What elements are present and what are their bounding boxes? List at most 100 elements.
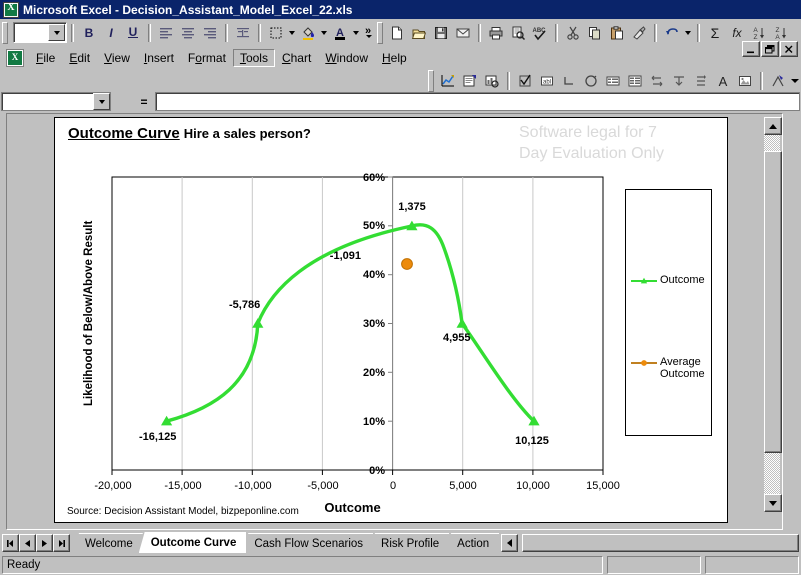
sheet-tab-risk-profile[interactable]: Risk Profile <box>369 533 450 553</box>
align-right-button[interactable] <box>199 22 221 43</box>
svg-text:U: U <box>129 25 138 39</box>
previous-sheet-button[interactable] <box>19 534 36 552</box>
minimize-workbook-button[interactable] <box>742 41 760 57</box>
undo-dropdown-arrow[interactable] <box>683 22 693 43</box>
borders-button[interactable] <box>265 22 287 43</box>
sheet-tab-action[interactable]: Action <box>445 533 500 553</box>
window-title: Microsoft Excel - Decision_Assistant_Mod… <box>23 2 353 17</box>
legend-item-outcome[interactable]: Outcome <box>631 274 708 286</box>
list-box-icon[interactable] <box>602 71 624 92</box>
chart-sheet-canvas[interactable]: Outcome Curve Hire a sales person? Softwa… <box>54 117 728 523</box>
x-tick-label: -15,000 <box>164 480 201 492</box>
chart-legend[interactable]: Outcome Average Outcome <box>625 189 712 436</box>
toolbar-grip[interactable] <box>428 70 434 92</box>
borders-dropdown-arrow[interactable] <box>287 22 297 43</box>
horizontal-scrollbar[interactable] <box>522 534 799 552</box>
first-sheet-button[interactable] <box>2 534 19 552</box>
sort-descending-button[interactable]: ZA <box>770 22 792 43</box>
align-center-button[interactable] <box>177 22 199 43</box>
sheet-tabs: Welcome Outcome Curve Cash Flow Scenario… <box>73 532 500 553</box>
sheet-tab-outcome-curve[interactable]: Outcome Curve <box>138 532 247 553</box>
more-buttons-icon[interactable] <box>789 71 801 92</box>
group-box-icon[interactable] <box>646 71 668 92</box>
menu-item-window[interactable]: Window <box>318 49 375 67</box>
menu-item-file[interactable]: FFileile <box>29 49 62 67</box>
scroll-up-button[interactable] <box>764 117 782 135</box>
option-button-icon[interactable] <box>558 71 580 92</box>
paste-function-button[interactable]: fx <box>726 22 748 43</box>
sheet-nav-buttons <box>2 534 70 552</box>
email-button[interactable] <box>452 22 474 43</box>
open-button[interactable] <box>408 22 430 43</box>
svg-text:fx: fx <box>732 26 742 40</box>
chevron-down-icon[interactable] <box>48 24 65 41</box>
bold-button[interactable]: B <box>78 22 100 43</box>
edit-formula-button[interactable]: = <box>133 93 155 110</box>
combo-box-icon[interactable] <box>624 71 646 92</box>
menu-item-help[interactable]: Help <box>375 49 414 67</box>
toolbar-separator <box>258 23 261 42</box>
vertical-scrollbar[interactable] <box>764 117 782 512</box>
radio-button-icon[interactable] <box>580 71 602 92</box>
cut-button[interactable] <box>562 22 584 43</box>
underline-button[interactable]: U <box>122 22 144 43</box>
print-preview-button[interactable] <box>507 22 529 43</box>
formula-input[interactable] <box>155 92 800 111</box>
average-outcome-marker[interactable] <box>401 258 413 270</box>
sort-ascending-button[interactable]: AZ <box>748 22 770 43</box>
next-sheet-button[interactable] <box>36 534 53 552</box>
format-object-icon[interactable] <box>459 71 481 92</box>
drawing-tools-icon[interactable] <box>767 71 789 92</box>
scrollbar-thumb[interactable] <box>764 151 782 453</box>
menu-item-chart[interactable]: Chart <box>275 49 318 67</box>
spinner-icon[interactable] <box>690 71 712 92</box>
chart-type-icon[interactable] <box>481 71 503 92</box>
more-buttons-icon[interactable]: » <box>361 22 375 43</box>
toolbar-separator <box>760 72 763 90</box>
new-button[interactable] <box>386 22 408 43</box>
name-box[interactable] <box>1 92 111 111</box>
image-icon[interactable] <box>734 71 756 92</box>
name-box-dropdown-icon[interactable] <box>93 93 110 110</box>
menu-item-insert[interactable]: Insert <box>137 49 181 67</box>
label-icon[interactable]: A <box>712 71 734 92</box>
menu-item-edit[interactable]: Edit <box>62 49 97 67</box>
last-sheet-button[interactable] <box>53 534 70 552</box>
fill-color-button[interactable] <box>297 22 319 43</box>
autosum-button[interactable]: Σ <box>704 22 726 43</box>
undo-button[interactable] <box>661 22 683 43</box>
title-bar: Microsoft Excel - Decision_Assistant_Mod… <box>0 0 801 19</box>
svg-text:I: I <box>109 26 113 40</box>
menu-item-view[interactable]: View <box>97 49 137 67</box>
toolbar-grip[interactable] <box>377 21 383 44</box>
sheet-tab-label: Risk Profile <box>381 537 440 550</box>
sheet-tab-welcome[interactable]: Welcome <box>73 533 143 553</box>
paste-button[interactable] <box>606 22 628 43</box>
toolbar-grip[interactable] <box>2 21 8 44</box>
font-size-combo[interactable] <box>13 22 67 43</box>
sheet-tab-cash-flow-scenarios[interactable]: Cash Flow Scenarios <box>242 533 374 553</box>
align-left-button[interactable] <box>155 22 177 43</box>
check-box-icon[interactable] <box>514 71 536 92</box>
fill-color-dropdown-arrow[interactable] <box>319 22 329 43</box>
merge-and-center-button[interactable] <box>232 22 254 43</box>
italic-button[interactable]: I <box>100 22 122 43</box>
print-button[interactable] <box>485 22 507 43</box>
spelling-button[interactable]: ABC <box>529 22 551 43</box>
font-color-button[interactable]: A <box>329 22 351 43</box>
menu-item-tools[interactable]: Tools <box>232 49 275 67</box>
font-color-dropdown-arrow[interactable] <box>351 22 361 43</box>
scroll-down-button[interactable] <box>764 494 782 512</box>
restore-workbook-button[interactable] <box>761 41 779 57</box>
chart-objects-icon[interactable] <box>437 71 459 92</box>
save-button[interactable] <box>430 22 452 43</box>
tab-scroll-left-button[interactable] <box>501 534 519 552</box>
scroll-bar-icon[interactable] <box>668 71 690 92</box>
data-label: 4,955 <box>443 332 471 344</box>
legend-item-average-outcome[interactable]: Average Outcome <box>631 356 708 380</box>
menu-item-format[interactable]: Format <box>181 49 233 67</box>
format-painter-button[interactable] <box>628 22 650 43</box>
copy-button[interactable] <box>584 22 606 43</box>
text-box-icon[interactable]: abl <box>536 71 558 92</box>
close-workbook-button[interactable] <box>780 41 798 57</box>
